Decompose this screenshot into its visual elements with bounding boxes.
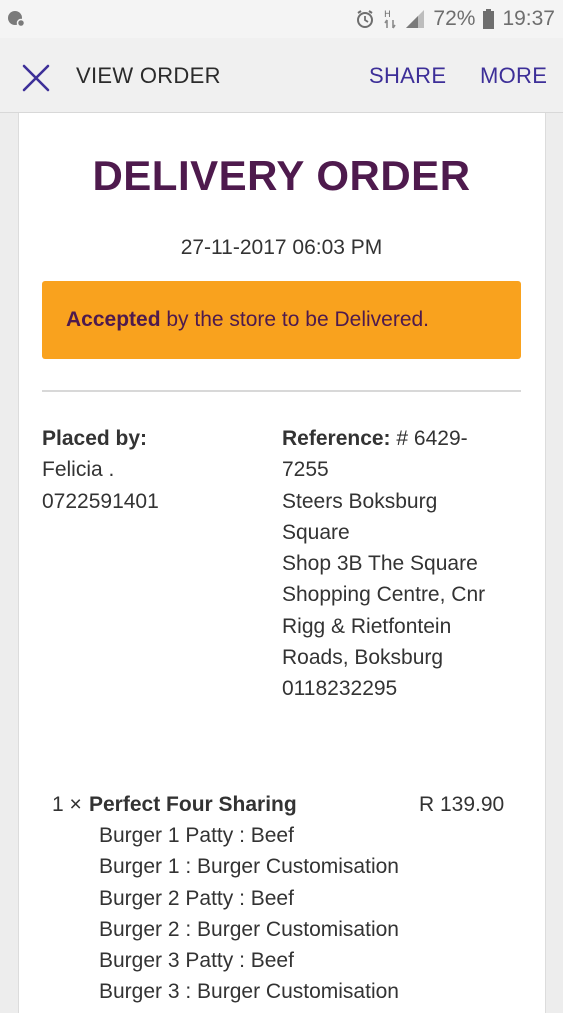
- status-detail: by the store to be Delivered.: [160, 308, 430, 331]
- reference-section: Reference: # 6429- 7255 Steers Boksburg …: [282, 423, 522, 705]
- status-bar: H 72% 19:37: [0, 0, 563, 38]
- customer-phone[interactable]: 0722591401: [42, 486, 262, 517]
- order-title: DELIVERY ORDER: [92, 152, 471, 199]
- more-button[interactable]: MORE: [480, 63, 547, 89]
- app-bar: VIEW ORDER SHARE MORE: [0, 38, 563, 113]
- reference-label: Reference:: [282, 427, 391, 450]
- placed-by-section: Placed by: Felicia . 0722591401: [42, 423, 262, 517]
- store-address-line2: Shopping Centre, Cnr: [282, 583, 486, 607]
- close-icon[interactable]: [18, 60, 54, 96]
- share-button[interactable]: SHARE: [369, 63, 446, 89]
- customisation-line: Burger 2 : Burger Customisation: [99, 917, 399, 941]
- customisation-line: Burger 3 : Burger Customisation: [99, 980, 399, 1004]
- customisation-line: Burger 1 : Burger Customisation: [99, 855, 399, 879]
- reference-number-part1: # 6429-: [390, 427, 468, 450]
- status-label: Accepted: [66, 308, 161, 331]
- page-title: VIEW ORDER: [76, 63, 221, 88]
- status-message: Accepted by the store to be Delivered.: [66, 308, 429, 332]
- battery-icon: [483, 9, 495, 29]
- notification-icon: [8, 11, 25, 27]
- item-name: Perfect Four Sharing: [89, 793, 297, 816]
- signal-icon: [406, 10, 425, 28]
- store-phone[interactable]: 0118232295: [282, 673, 522, 704]
- item-customisations: Burger 1 Patty : Beef Burger 1 : Burger …: [99, 820, 399, 1008]
- alarm-icon: [357, 10, 374, 28]
- clock: 19:37: [502, 7, 555, 30]
- customisation-line: Burger 2 Patty : Beef: [99, 886, 294, 910]
- customisation-line: Burger 3 Patty : Beef: [99, 949, 294, 973]
- store-name-line1: Steers Boksburg: [282, 489, 438, 513]
- store-address-line4: Roads, Boksburg: [282, 646, 444, 670]
- reference-number-part2: 7255: [282, 458, 329, 482]
- customisation-line: Burger 1 Patty : Beef: [99, 824, 294, 847]
- store-name-line2: Square: [282, 520, 350, 544]
- store-address-line3: Rigg & Rietfontein: [282, 614, 452, 638]
- placed-by-label: Placed by:: [42, 427, 148, 450]
- order-date: 27-11-2017 06:03 PM: [180, 236, 383, 259]
- svg-text:H: H: [384, 10, 391, 20]
- store-address-line1: Shop 3B The Square: [282, 552, 478, 576]
- item-quantity: 1 ×: [52, 793, 82, 816]
- battery-percent: 72%: [433, 7, 476, 30]
- network-h-icon: H: [384, 10, 397, 29]
- customer-name: Felicia .: [42, 458, 115, 482]
- item-price: R 139.90: [419, 793, 505, 816]
- status-banner: Accepted by the store to be Delivered.: [42, 281, 521, 359]
- divider: [42, 390, 521, 392]
